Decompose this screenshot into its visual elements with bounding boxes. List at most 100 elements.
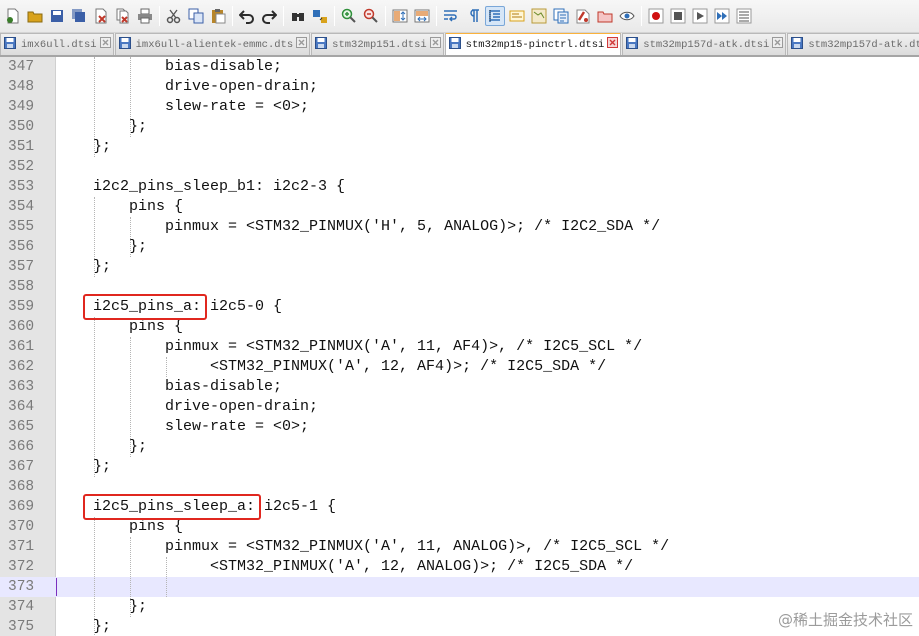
file-save-icon (4, 36, 21, 53)
code-line[interactable]: 366 }; (0, 437, 919, 457)
line-number: 371 (8, 539, 35, 555)
line-number: 350 (8, 119, 35, 135)
tab-label: stm32mp151.dtsi (332, 38, 427, 51)
save-button[interactable] (47, 6, 67, 26)
code-line[interactable]: 364 drive-open-drain; (0, 397, 919, 417)
tab-stm32mp15-pinctrl-dtsi[interactable]: stm32mp15-pinctrl.dtsi (444, 33, 622, 55)
close-icon[interactable] (97, 37, 111, 52)
toolbar-separator (436, 6, 437, 26)
line-number: 360 (8, 319, 35, 335)
code-text: bias-disable; (57, 378, 283, 395)
code-line[interactable]: 371 pinmux = <STM32_PINMUX('A', 11, ANAL… (0, 537, 919, 557)
tab-imx6ull-dtsi[interactable]: imx6ull.dtsi (0, 33, 114, 55)
document-map-icon (531, 8, 547, 24)
user-language-button[interactable] (507, 6, 527, 26)
find-button[interactable] (288, 6, 308, 26)
copy-icon (188, 8, 204, 24)
code-line[interactable]: 347 bias-disable; (0, 57, 919, 77)
tab-label: imx6ull-alientek-emmc.dts (135, 38, 294, 51)
close-all-button[interactable] (113, 6, 133, 26)
document-map-button[interactable] (529, 6, 549, 26)
record-macro-button[interactable] (646, 6, 666, 26)
code-line[interactable]: 350 }; (0, 117, 919, 137)
tab-stm32mp151-dtsi[interactable]: stm32mp151.dtsi (311, 33, 444, 55)
sync-vertical-button[interactable] (390, 6, 410, 26)
code-text: pins { (57, 318, 184, 335)
label-highlight-box (83, 494, 261, 520)
code-line[interactable]: 362 <STM32_PINMUX('A', 12, AF4)>; /* I2C… (0, 357, 919, 377)
save-macro-icon (736, 8, 752, 24)
print-button[interactable] (135, 6, 155, 26)
code-line[interactable]: 348 drive-open-drain; (0, 77, 919, 97)
line-number: 358 (8, 279, 35, 295)
replace-button[interactable] (310, 6, 330, 26)
code-line[interactable]: 349 slew-rate = <0>; (0, 97, 919, 117)
sync-horizontal-button[interactable] (412, 6, 432, 26)
close-file-button[interactable] (91, 6, 111, 26)
code-line[interactable]: 360 pins { (0, 317, 919, 337)
code-line[interactable]: 357 }; (0, 257, 919, 277)
function-list-button[interactable] (551, 6, 571, 26)
code-line[interactable]: 351 }; (0, 137, 919, 157)
save-macro-button[interactable] (734, 6, 754, 26)
watermark: @稀土掘金技术社区 (777, 611, 913, 629)
code-line[interactable]: 372 <STM32_PINMUX('A', 12, ANALOG)>; /* … (0, 557, 919, 577)
tab-imx6ull-alientek-emmc-dts[interactable]: imx6ull-alientek-emmc.dts (114, 33, 311, 55)
code-line[interactable]: 370 pins { (0, 517, 919, 537)
close-icon[interactable] (769, 37, 784, 52)
close-icon[interactable] (293, 37, 308, 52)
stop-record-button[interactable] (668, 6, 688, 26)
code-line[interactable]: 363 bias-disable; (0, 377, 919, 397)
tab-stm32mp157d-atk-dtsi[interactable]: stm32mp157d-atk.dtsi (622, 33, 787, 55)
toolbar-separator (159, 6, 160, 26)
undo-button[interactable] (237, 6, 257, 26)
code-text: <STM32_PINMUX('A', 12, AF4)>; /* I2C5_SD… (57, 358, 607, 375)
code-line[interactable]: 356 }; (0, 237, 919, 257)
close-icon[interactable] (427, 37, 441, 52)
zoom-out-button[interactable] (361, 6, 381, 26)
copy-button[interactable] (186, 6, 206, 26)
cut-button[interactable] (164, 6, 184, 26)
indent-guide (94, 517, 95, 636)
paste-button[interactable] (208, 6, 228, 26)
save-all-button[interactable] (69, 6, 89, 26)
code-line[interactable]: 367 }; (0, 457, 919, 477)
redo-button[interactable] (259, 6, 279, 26)
save-all-icon (71, 8, 87, 24)
line-number: 354 (8, 199, 35, 215)
indent-guide-button[interactable] (485, 6, 505, 26)
zoom-in-button[interactable] (339, 6, 359, 26)
file-save-icon (118, 36, 136, 53)
show-all-chars-button[interactable] (463, 6, 483, 26)
line-number: 373 (8, 579, 35, 595)
code-line[interactable]: 352 (0, 157, 919, 177)
code-line[interactable]: 354 pins { (0, 197, 919, 217)
folder-workspace-button[interactable] (573, 6, 593, 26)
run-macro-multiple-button[interactable] (712, 6, 732, 26)
folder-workspace-icon (575, 8, 591, 24)
open-file-icon (27, 8, 43, 24)
indent-guide (130, 537, 131, 617)
file-save-icon (448, 36, 466, 53)
code-line[interactable]: 361 pinmux = <STM32_PINMUX('A', 11, AF4)… (0, 337, 919, 357)
word-wrap-button[interactable] (441, 6, 461, 26)
code-line[interactable]: 355 pinmux = <STM32_PINMUX('H', 5, ANALO… (0, 217, 919, 237)
indent-guide (94, 197, 95, 277)
eye-icon (619, 8, 635, 24)
code-editor[interactable]: 347 bias-disable; 348 drive-open-drain; 34… (0, 57, 919, 636)
play-macro-button[interactable] (690, 6, 710, 26)
line-number: 366 (8, 439, 35, 455)
line-number: 349 (8, 99, 35, 115)
run-macro-multiple-icon (714, 8, 730, 24)
close-icon[interactable] (604, 37, 619, 52)
tab-stm32mp157d-atk-dts[interactable]: stm32mp157d-atk.dts (787, 33, 919, 55)
new-file-button[interactable] (3, 6, 23, 26)
monitor-button[interactable] (595, 6, 615, 26)
open-file-button[interactable] (25, 6, 45, 26)
eye-button[interactable] (617, 6, 637, 26)
code-line[interactable]: 365 slew-rate = <0>; (0, 417, 919, 437)
text-caret (56, 578, 57, 596)
code-text: }; (57, 238, 148, 255)
code-line[interactable]: 353 i2c2_pins_sleep_b1: i2c2-3 { (0, 177, 919, 197)
current-code-line[interactable]: 373 (0, 577, 919, 597)
